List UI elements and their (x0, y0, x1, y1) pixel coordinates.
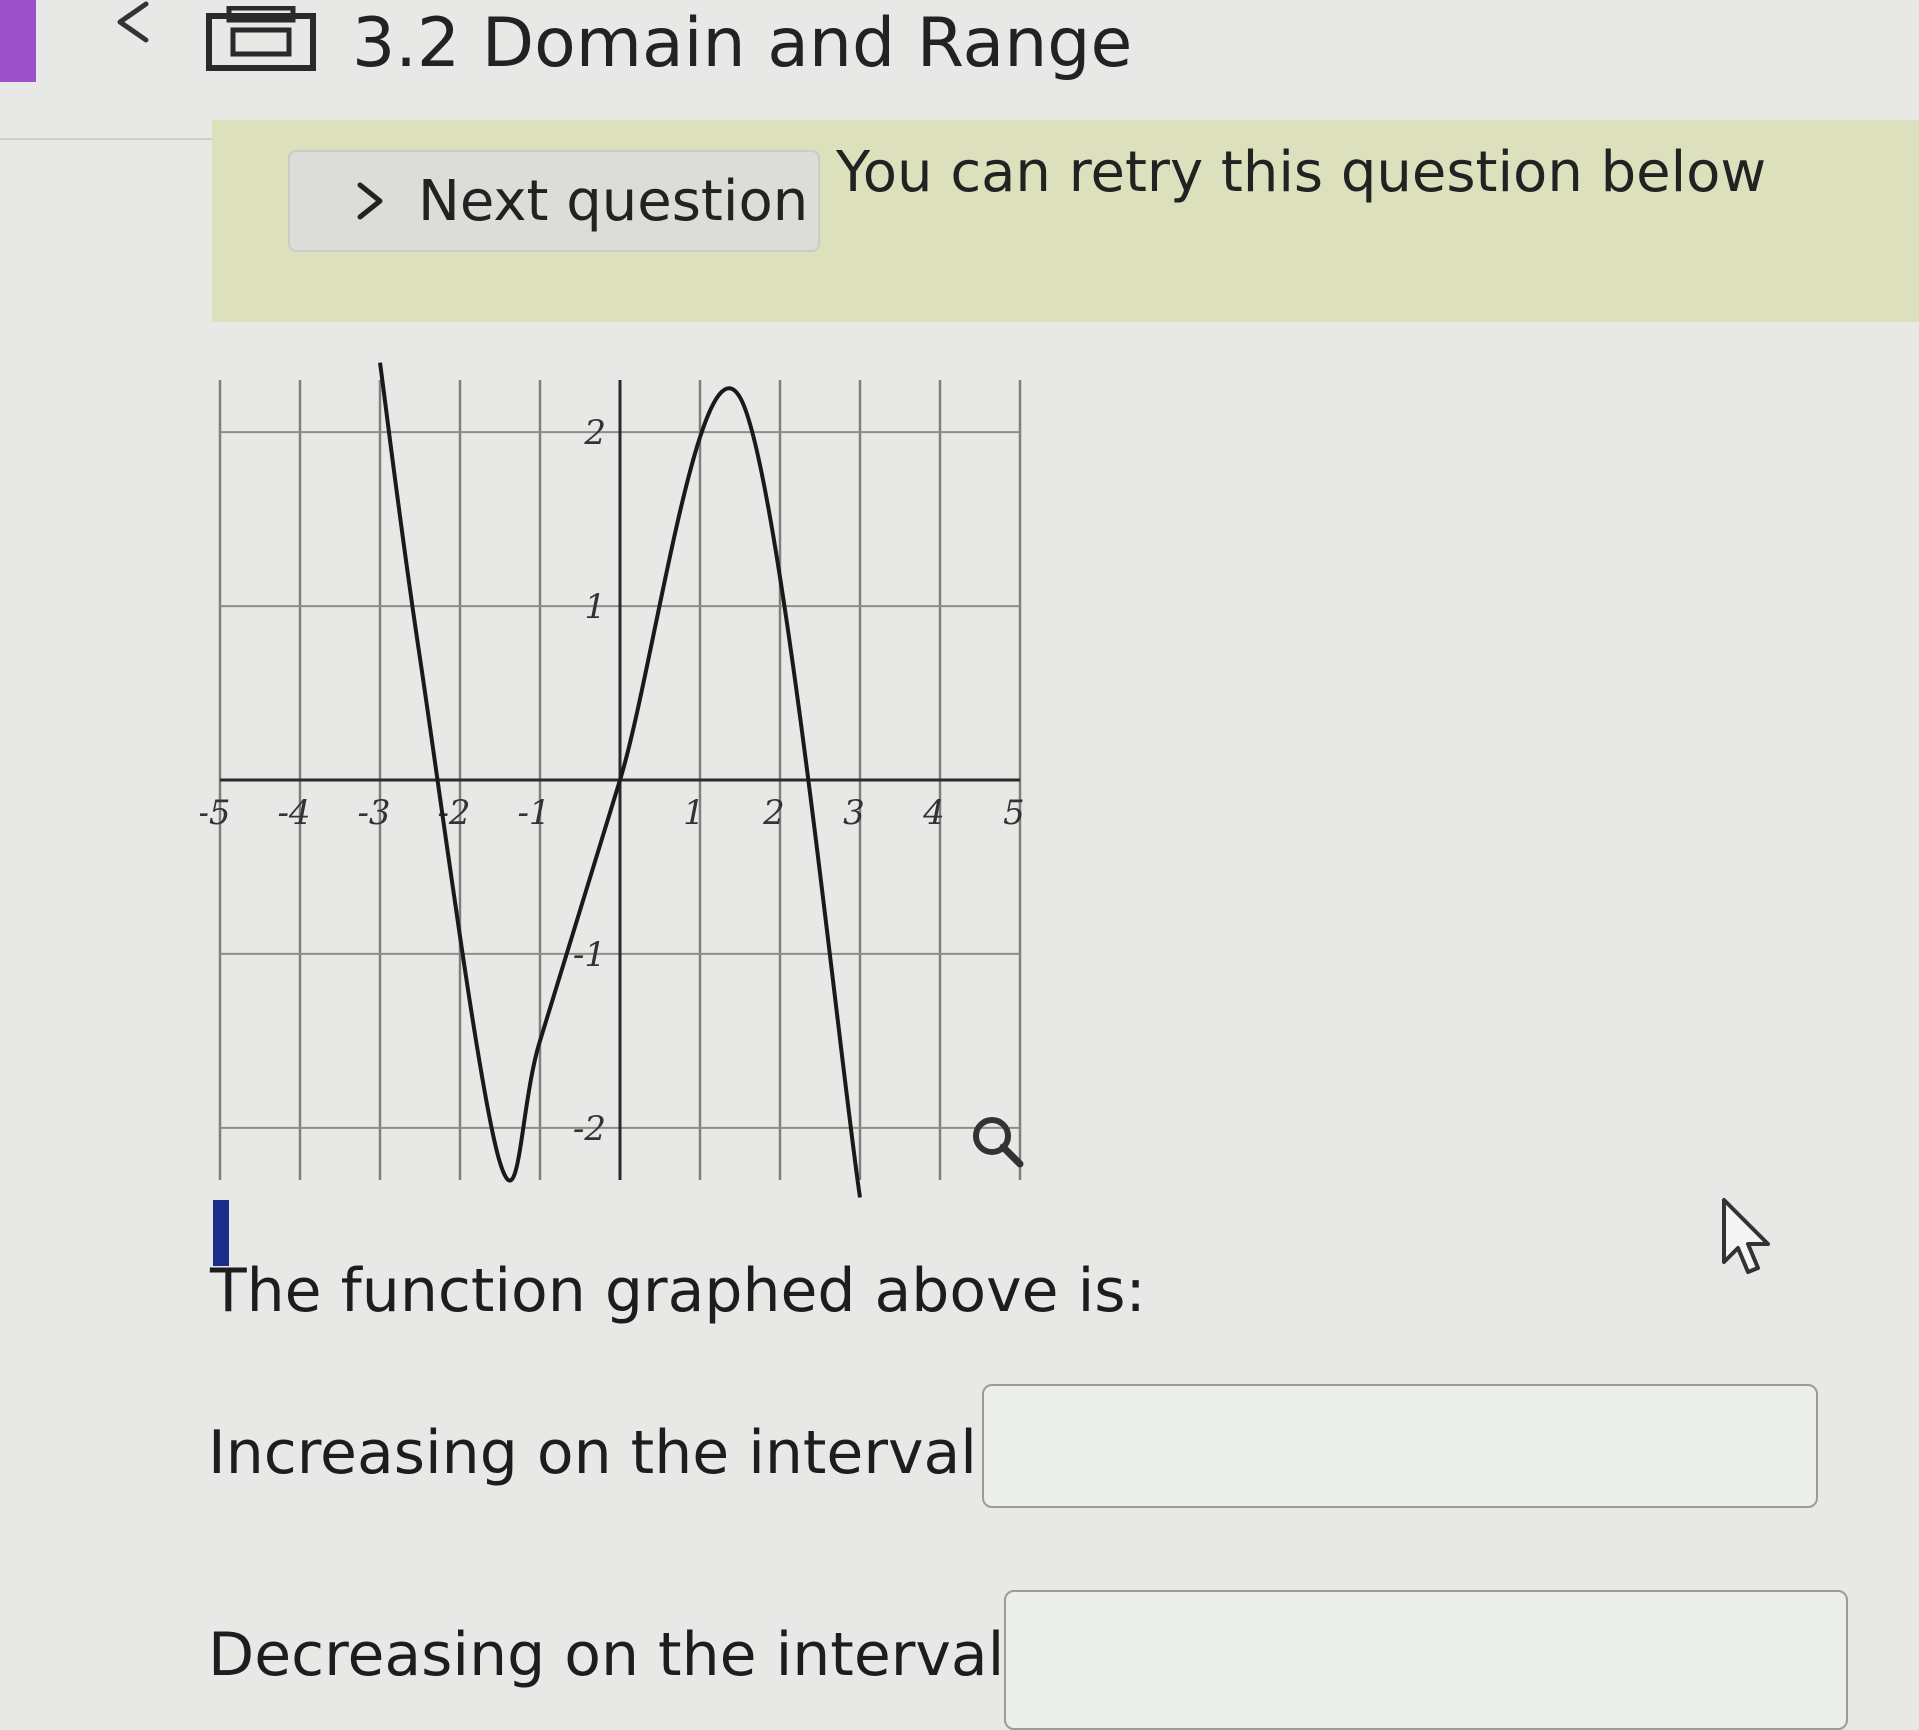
x-tick-label: 4 (922, 793, 945, 833)
question-prompt: The function graphed above is: (210, 1256, 1146, 1326)
y-tick-label: -2 (573, 1109, 606, 1149)
chevron-right-icon (357, 182, 383, 220)
retry-message: You can retry this question below (836, 140, 1767, 205)
x-tick-label: 1 (683, 793, 705, 833)
chevron-left-icon[interactable] (100, 0, 170, 60)
x-tick-label: 5 (1003, 793, 1025, 833)
accent-tab (0, 0, 36, 82)
x-tick-label: -4 (277, 793, 310, 833)
y-tick-label: 2 (583, 413, 606, 453)
y-tick-label: -1 (573, 935, 606, 975)
y-tick-label: 1 (584, 587, 606, 627)
x-tick-label: 2 (762, 793, 785, 833)
document-tray-icon (206, 6, 316, 71)
next-question-button[interactable]: Next question (288, 150, 820, 252)
next-question-label: Next question (418, 168, 809, 234)
magnifier-icon[interactable] (973, 1117, 1024, 1168)
decreasing-label: Decreasing on the interval(s) (208, 1620, 1083, 1690)
page-title: 3.2 Domain and Range (352, 4, 1133, 83)
x-tick-label: 3 (843, 793, 865, 833)
increasing-answer-field[interactable] (982, 1384, 1818, 1508)
x-tick-label: -5 (200, 793, 231, 833)
decreasing-answer-field[interactable] (1004, 1590, 1848, 1730)
x-tick-label: -3 (357, 793, 390, 833)
mouse-pointer-icon (1722, 1198, 1770, 1274)
increasing-label: Increasing on the interval(s) (208, 1418, 1056, 1488)
x-tick-label: -1 (517, 793, 550, 833)
function-graph: -5 -4 -3 -2 -1 1 2 3 4 5-2-112 (200, 362, 1025, 1198)
